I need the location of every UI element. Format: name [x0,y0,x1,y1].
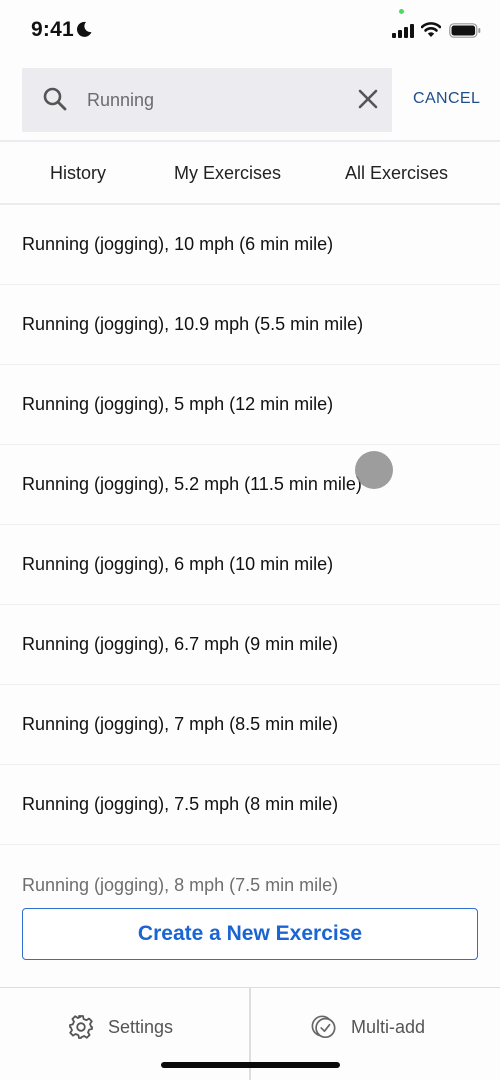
search-icon [43,87,67,111]
settings-button[interactable]: Settings [68,1012,173,1042]
touch-indicator [355,451,393,489]
search-results-list: Running (jogging), 10 mph (6 min mile) R… [0,205,500,925]
signal-icon [392,24,414,38]
multi-add-label: Multi-add [351,1016,426,1037]
moon-icon [76,21,92,37]
multi-add-check-icon [311,1015,336,1039]
settings-label: Settings [108,1016,174,1037]
list-item[interactable]: Running (jogging), 6 mph (10 min mile) [0,525,500,605]
battery-icon [449,23,481,38]
status-bar: 9:41 [0,0,500,60]
divider [0,140,500,142]
cancel-button[interactable]: CANCEL [413,90,480,108]
list-item[interactable]: Running (jogging), 6.7 mph (9 min mile) [0,605,500,685]
wifi-icon [421,22,441,37]
status-time: 9:41 [31,18,74,41]
tab-all-exercises[interactable]: All Exercises [345,163,448,184]
list-item[interactable]: Running (jogging), 10 mph (6 min mile) [0,205,500,285]
list-item[interactable]: Running (jogging), 10.9 mph (5.5 min mil… [0,285,500,365]
exercise-tabs: History My Exercises All Exercises [0,143,500,203]
tab-history[interactable]: History [50,163,106,184]
list-item[interactable]: Running (jogging), 7 mph (8.5 min mile) [0,685,500,765]
search-input[interactable] [87,86,347,114]
multi-add-button[interactable]: Multi-add [311,1012,425,1042]
home-indicator[interactable] [161,1062,340,1068]
list-item[interactable]: Running (jogging), 5.2 mph (11.5 min mil… [0,445,500,525]
list-item[interactable]: Running (jogging), 5 mph (12 min mile) [0,365,500,445]
tab-my-exercises[interactable]: My Exercises [174,163,281,184]
privacy-indicator-dot [399,9,404,14]
create-new-exercise-button[interactable]: Create a New Exercise [22,908,478,960]
clear-search-icon[interactable] [355,86,381,112]
gear-icon [69,1015,93,1039]
list-item[interactable]: Running (jogging), 7.5 mph (8 min mile) [0,765,500,845]
